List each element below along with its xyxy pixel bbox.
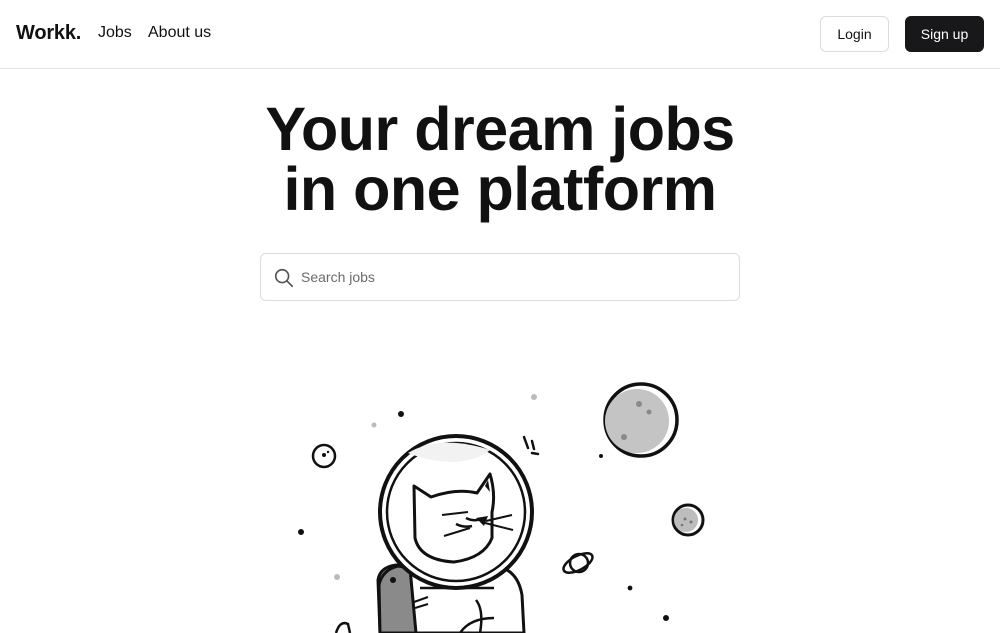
search-bar[interactable] — [260, 253, 740, 301]
hero-title-line-1: Your dream jobs — [265, 95, 735, 163]
hero-title-line-2: in one platform — [283, 155, 717, 223]
sparkle-lines-icon — [522, 435, 540, 456]
ringed-planet-icon — [562, 552, 594, 574]
login-button[interactable]: Login — [820, 16, 889, 52]
hero-title: Your dream jobs in one platform — [0, 95, 1000, 223]
brand-logo[interactable]: Workk. — [16, 22, 81, 45]
sign-up-button[interactable]: Sign up — [905, 16, 984, 52]
search-input[interactable] — [301, 255, 731, 299]
planet-large-icon — [603, 382, 679, 458]
astronaut-cat-illustration — [298, 382, 705, 633]
search-icon — [274, 268, 294, 288]
planet-small-icon — [671, 503, 705, 537]
moon-icon — [311, 443, 337, 469]
top-navbar: Workk. Jobs About us Login Sign up — [0, 0, 1000, 69]
nav-link-jobs[interactable]: Jobs — [98, 24, 132, 42]
nav-link-about-us[interactable]: About us — [148, 24, 211, 42]
astronaut-cat-icon — [334, 434, 534, 633]
